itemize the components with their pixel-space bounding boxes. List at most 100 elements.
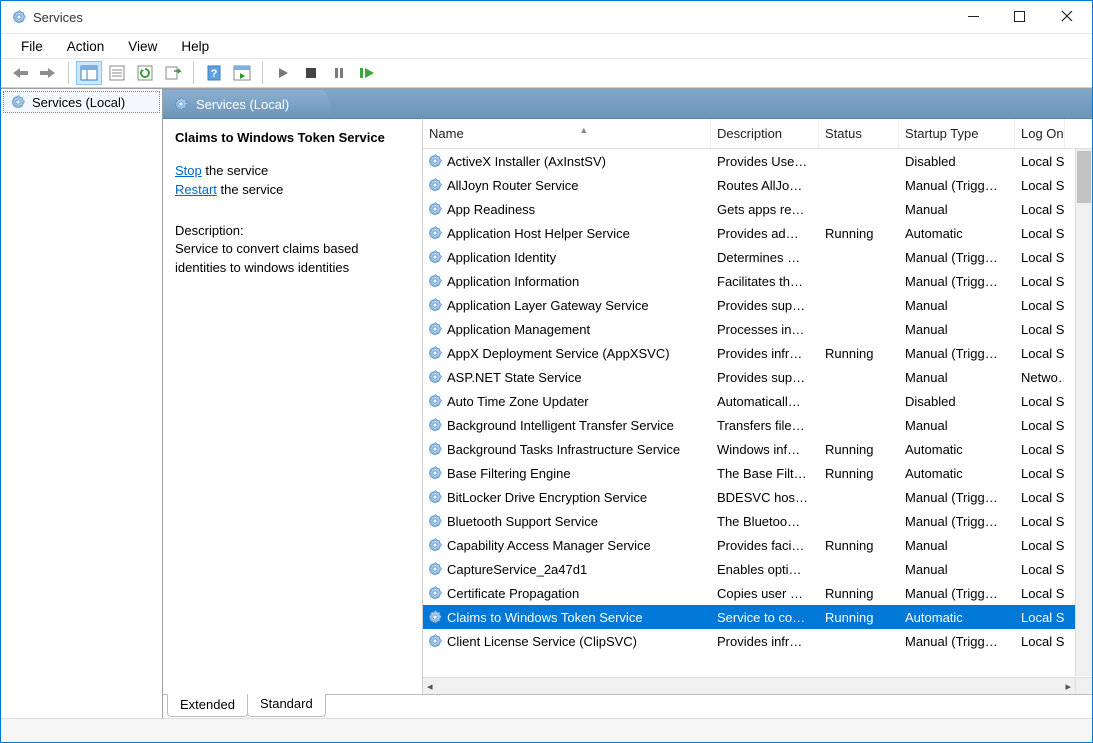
service-row[interactable]: CaptureService_2a47d1Enables opti…Manual…: [423, 557, 1092, 581]
service-logon: Local S…: [1015, 442, 1065, 457]
titlebar: Services: [1, 1, 1092, 34]
service-row[interactable]: ASP.NET State ServiceProvides sup…Manual…: [423, 365, 1092, 389]
action-button[interactable]: [229, 61, 255, 85]
service-logon: Local S…: [1015, 346, 1065, 361]
pane-header: Services (Local): [163, 89, 1092, 119]
toolbar-separator: [262, 62, 263, 84]
column-header-status[interactable]: Status: [819, 119, 899, 148]
pause-service-button[interactable]: [326, 61, 352, 85]
service-name: Capability Access Manager Service: [447, 538, 651, 553]
service-row[interactable]: Application Host Helper ServiceProvides …: [423, 221, 1092, 245]
menu-file[interactable]: File: [11, 37, 53, 56]
gear-icon: [427, 321, 443, 337]
service-name: Certificate Propagation: [447, 586, 579, 601]
service-row[interactable]: Claims to Windows Token ServiceService t…: [423, 605, 1092, 629]
toolbar: ?: [1, 58, 1092, 88]
export-button[interactable]: [160, 61, 186, 85]
service-row[interactable]: AllJoyn Router ServiceRoutes AllJo…Manua…: [423, 173, 1092, 197]
scroll-right-icon[interactable]: ▸: [1061, 680, 1075, 693]
minimize-button[interactable]: [950, 1, 996, 31]
column-header-startup[interactable]: Startup Type: [899, 119, 1015, 148]
close-button[interactable]: [1042, 1, 1092, 31]
pane-body: Claims to Windows Token Service Stop the…: [163, 119, 1092, 694]
start-service-button[interactable]: [270, 61, 296, 85]
show-hide-tree-button[interactable]: [76, 61, 102, 85]
selected-service-name: Claims to Windows Token Service: [175, 129, 410, 148]
right-pane: Services (Local) Claims to Windows Token…: [163, 89, 1092, 718]
maximize-button[interactable]: [996, 1, 1042, 31]
gear-icon: [427, 441, 443, 457]
service-status: Running: [819, 586, 899, 601]
service-logon: Local S…: [1015, 298, 1065, 313]
service-status: Running: [819, 442, 899, 457]
scrollbar-thumb[interactable]: [1077, 151, 1091, 203]
service-row[interactable]: Background Intelligent Transfer ServiceT…: [423, 413, 1092, 437]
service-name: Bluetooth Support Service: [447, 514, 598, 529]
column-header-name[interactable]: Name ▲: [423, 119, 711, 148]
service-row[interactable]: Application IdentityDetermines …Manual (…: [423, 245, 1092, 269]
horizontal-scrollbar[interactable]: ◂ ▸: [423, 677, 1075, 694]
service-row[interactable]: Capability Access Manager Service Provide…: [423, 533, 1092, 557]
service-description: Gets apps re…: [711, 202, 819, 217]
service-startup: Manual (Trigg…: [899, 274, 1015, 289]
tab-standard[interactable]: Standard: [247, 694, 326, 717]
service-row[interactable]: BitLocker Drive Encryption ServiceBDESVC…: [423, 485, 1092, 509]
service-row[interactable]: Bluetooth Support ServiceThe Bluetoo…Man…: [423, 509, 1092, 533]
properties-button[interactable]: [104, 61, 130, 85]
service-row[interactable]: Application InformationFacilitates th…Ma…: [423, 269, 1092, 293]
service-row[interactable]: ActiveX Installer (AxInstSV)Provides Use…: [423, 149, 1092, 173]
service-startup: Manual: [899, 418, 1015, 433]
tree-node-services-local[interactable]: Services (Local): [3, 91, 160, 113]
service-row[interactable]: Application ManagementProcesses in…Manua…: [423, 317, 1092, 341]
service-status: Running: [819, 610, 899, 625]
app-icon: [11, 9, 27, 25]
help-button[interactable]: ?: [201, 61, 227, 85]
service-row[interactable]: Base Filtering EngineThe Base Filt…Runni…: [423, 461, 1092, 485]
stop-service-button[interactable]: [298, 61, 324, 85]
menu-view[interactable]: View: [118, 37, 167, 56]
service-startup: Automatic: [899, 226, 1015, 241]
service-row[interactable]: Background Tasks Infrastructure ServiceW…: [423, 437, 1092, 461]
refresh-button[interactable]: [132, 61, 158, 85]
service-row[interactable]: Auto Time Zone UpdaterAutomaticall…Disab…: [423, 389, 1092, 413]
service-description: Determines …: [711, 250, 819, 265]
service-logon: Local S…: [1015, 202, 1065, 217]
service-row[interactable]: App ReadinessGets apps re…ManualLocal S…: [423, 197, 1092, 221]
content-area: Services (Local) Services (Local) Claims…: [1, 88, 1092, 718]
tab-extended[interactable]: Extended: [167, 694, 248, 717]
menubar: File Action View Help: [1, 34, 1092, 58]
service-row[interactable]: Application Layer Gateway ServiceProvide…: [423, 293, 1092, 317]
service-row[interactable]: Client License Service (ClipSVC)Provides…: [423, 629, 1092, 653]
service-description: Provides faci…: [711, 538, 819, 553]
service-row[interactable]: AppX Deployment Service (AppXSVC)Provide…: [423, 341, 1092, 365]
service-startup: Manual (Trigg…: [899, 490, 1015, 505]
service-logon: Local S…: [1015, 514, 1065, 529]
service-name: Application Identity: [447, 250, 556, 265]
stop-link[interactable]: Stop: [175, 163, 202, 178]
tree-pane: Services (Local): [1, 89, 163, 718]
column-header-logon[interactable]: Log On As: [1015, 119, 1065, 148]
vertical-scrollbar[interactable]: [1075, 149, 1092, 676]
service-description: Provides Use…: [711, 154, 819, 169]
restart-service-button[interactable]: [354, 61, 380, 85]
back-button[interactable]: [7, 61, 33, 85]
toolbar-separator: [193, 62, 194, 84]
pane-tab-label: Services (Local): [196, 97, 289, 112]
list-body[interactable]: ActiveX Installer (AxInstSV)Provides Use…: [423, 149, 1092, 694]
toolbar-separator: [68, 62, 69, 84]
service-startup: Automatic: [899, 610, 1015, 625]
column-header-description[interactable]: Description: [711, 119, 819, 148]
service-row[interactable]: Certificate PropagationCopies user …Runn…: [423, 581, 1092, 605]
restart-link[interactable]: Restart: [175, 182, 217, 197]
svg-text:?: ?: [211, 68, 218, 80]
stop-suffix: the service: [202, 163, 268, 178]
service-startup: Manual (Trigg…: [899, 178, 1015, 193]
gear-icon: [10, 94, 26, 110]
forward-button[interactable]: [35, 61, 61, 85]
menu-help[interactable]: Help: [171, 37, 219, 56]
scroll-left-icon[interactable]: ◂: [423, 680, 437, 693]
menu-action[interactable]: Action: [57, 37, 115, 56]
gear-icon: [427, 345, 443, 361]
service-status: Running: [819, 346, 899, 361]
gear-icon: [427, 537, 443, 553]
